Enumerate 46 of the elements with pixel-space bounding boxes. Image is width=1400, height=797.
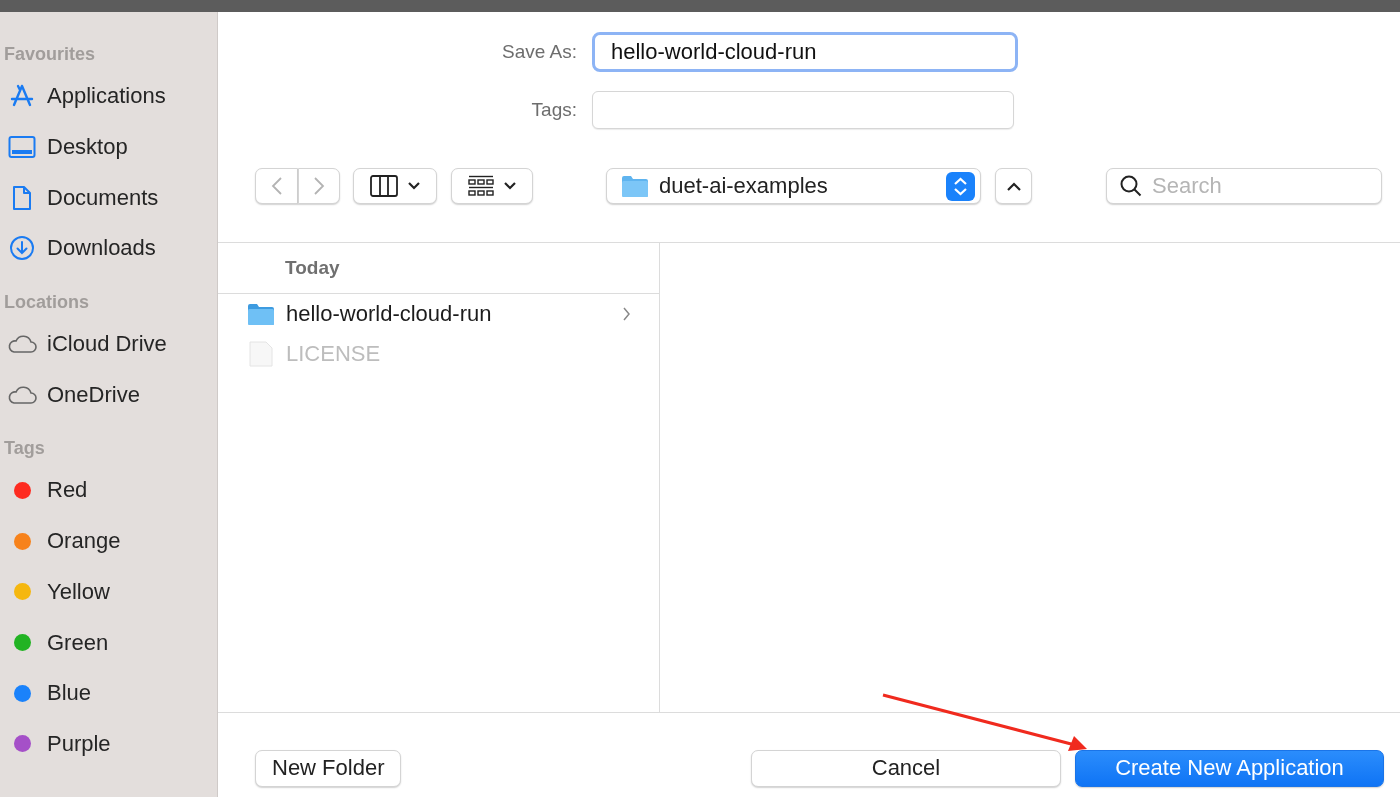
section-heading: Favourites [4,44,96,65]
sidebar-item[interactable]: Orange [0,515,121,567]
download-icon [9,235,35,262]
sidebar-item[interactable]: Green [0,617,109,668]
sidebar-item[interactable]: Applications [0,71,166,122]
section-heading: Locations [4,291,89,313]
file-icon [247,341,275,367]
caret-icon [408,182,420,190]
group-header: Today [285,257,340,279]
file-row[interactable]: hello-world-cloud-run [218,294,659,334]
sidebar-item[interactable]: iCloud Drive [0,318,167,370]
filename-field[interactable]: hello-world-cloud-run [592,32,1018,72]
search-icon [1120,175,1142,197]
folder-icon [621,174,649,198]
folder-icon [247,302,275,326]
sidebar-item[interactable]: Blue [0,667,92,719]
dialog-button[interactable]: New Folder [255,749,402,787]
field-label: Save As: [501,41,578,63]
caret-icon [504,182,516,190]
desktop-icon [8,135,36,160]
chevron-right-icon [313,176,325,196]
chevron-up-icon [1006,181,1021,191]
field-label: Tags: [530,99,578,121]
document-icon [11,184,33,211]
sidebar-item[interactable]: OneDrive [0,369,140,421]
sidebar-item[interactable]: Yellow [0,566,110,618]
chevron-right-icon [622,307,631,321]
stepper-icon [946,171,975,201]
sidebar-item[interactable]: Documents [0,172,159,224]
sidebar-item[interactable]: Desktop [0,121,128,173]
dialog-button[interactable]: Cancel [751,749,1061,787]
view-mode-button[interactable] [353,168,437,204]
enclosing-folder-button[interactable] [995,168,1032,204]
columns-icon [370,175,398,197]
sidebar-item[interactable]: Red [0,465,88,516]
sidebar-item[interactable]: Purple [0,718,111,770]
grid-icon [468,175,494,197]
sidebar-item[interactable]: Downloads [0,223,156,274]
cloud-icon [7,334,37,355]
dialog-button[interactable]: Create New Application [1075,749,1384,787]
chevron-left-icon [270,176,283,196]
tags-field[interactable] [592,91,1014,129]
section-heading: Tags [4,438,45,460]
location-popup[interactable]: duet-ai-examples [606,168,981,204]
group-button[interactable] [451,168,533,204]
cloud-icon [7,384,37,405]
